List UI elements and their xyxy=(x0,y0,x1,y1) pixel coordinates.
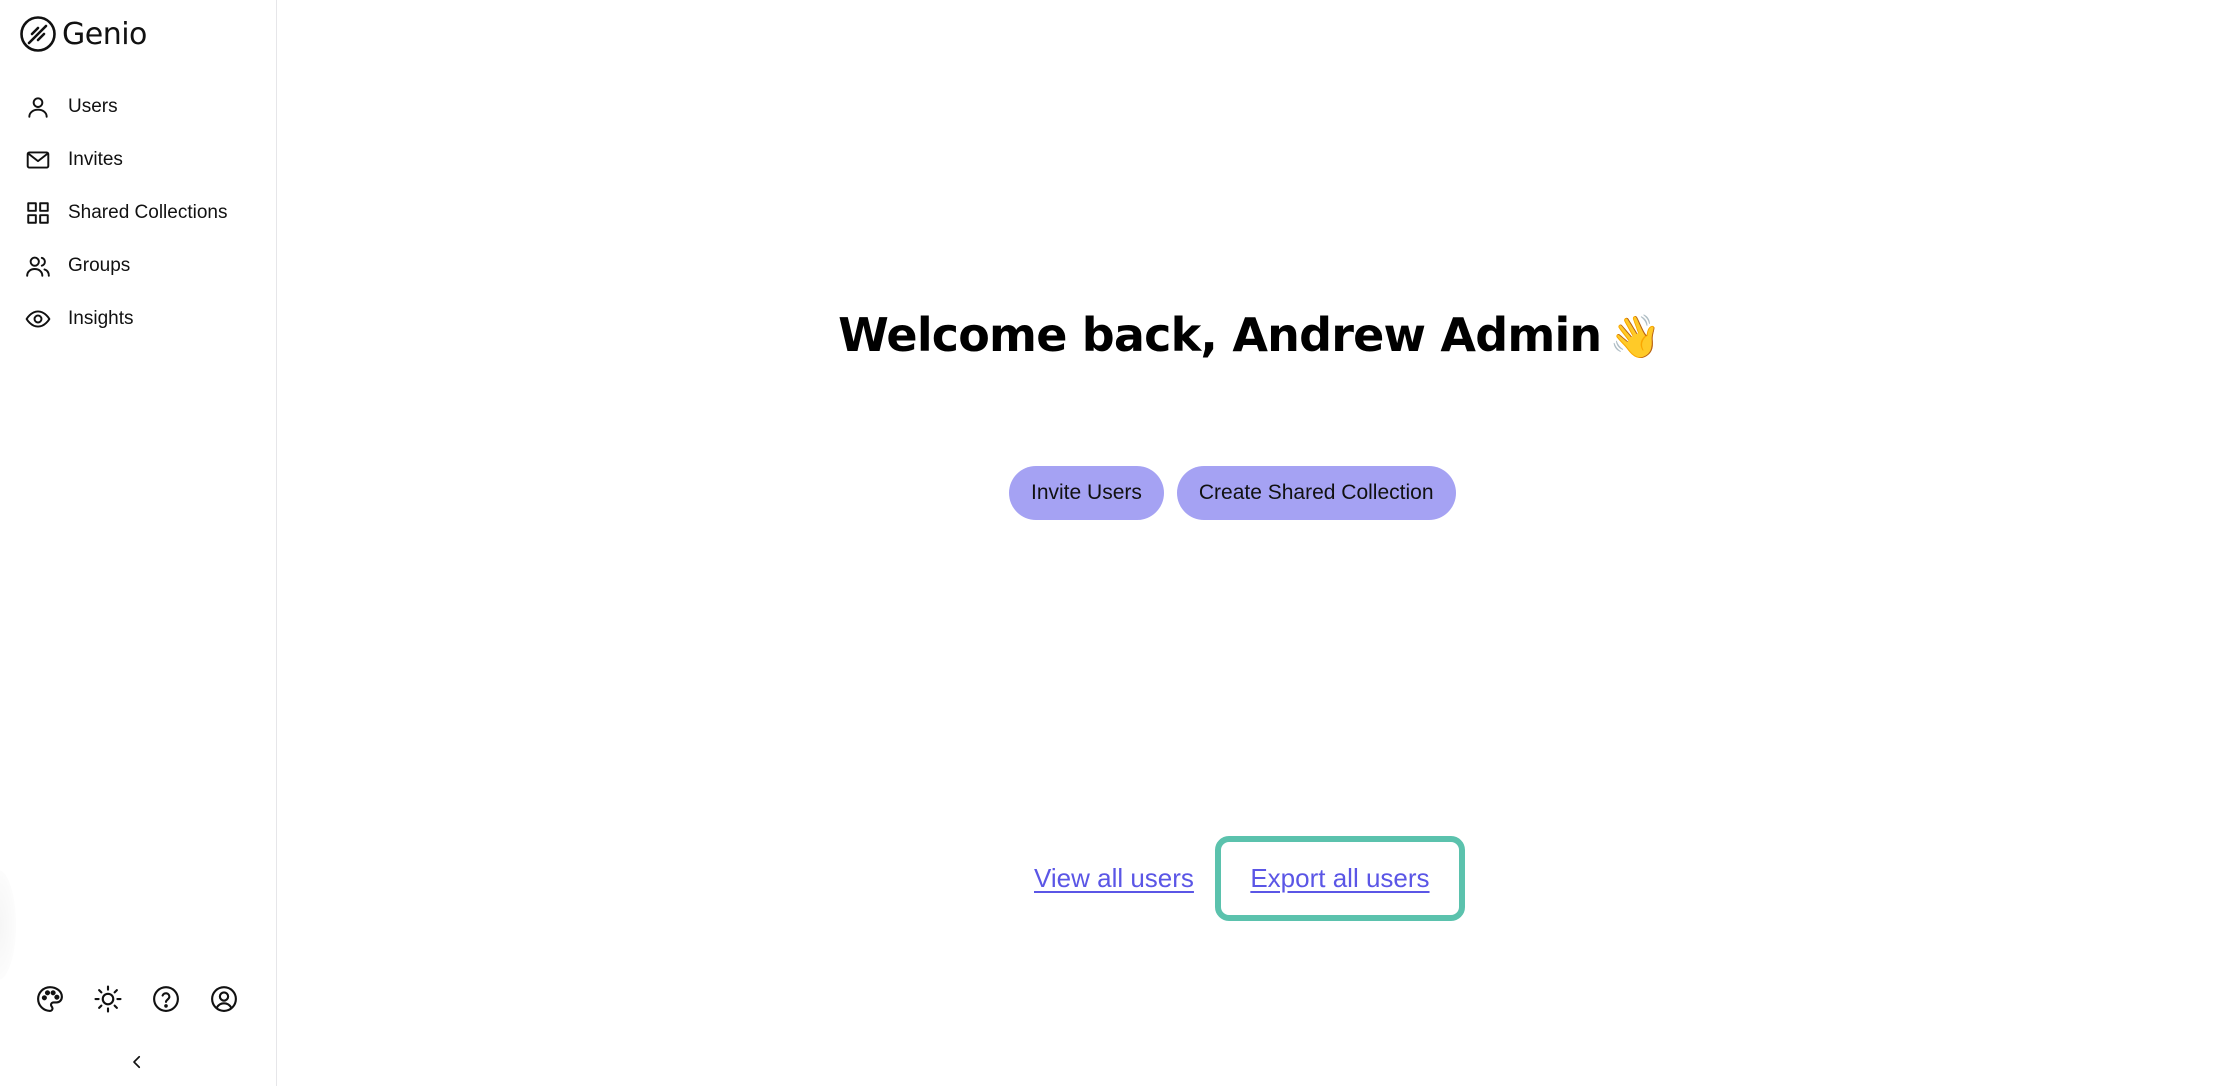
sidebar-item-label: Insights xyxy=(68,307,134,329)
action-buttons: Invite Users Create Shared Collection xyxy=(1009,466,1456,520)
grid-icon xyxy=(23,198,53,228)
edge-shadow xyxy=(0,870,16,980)
eye-icon xyxy=(23,304,53,334)
sidebar-item-shared-collections[interactable]: Shared Collections xyxy=(0,186,277,239)
genio-logo-icon xyxy=(20,16,56,52)
wave-emoji: 👋 xyxy=(1609,312,1661,361)
welcome-text: Welcome back, Andrew Admin xyxy=(838,308,1602,362)
sidebar-item-label: Shared Collections xyxy=(68,201,228,223)
sidebar-item-label: Invites xyxy=(68,148,123,170)
view-all-users-link[interactable]: View all users xyxy=(1034,863,1194,894)
user-icon xyxy=(23,92,53,122)
sidebar-item-groups[interactable]: Groups xyxy=(0,239,277,292)
chevron-left-icon xyxy=(133,1055,141,1069)
export-all-users-link[interactable]: Export all users xyxy=(1250,863,1429,894)
sidebar-item-invites[interactable]: Invites xyxy=(0,133,277,186)
welcome-heading: Welcome back, Andrew Admin 👋 xyxy=(277,308,2222,362)
user-circle-icon[interactable] xyxy=(208,983,239,1014)
invite-users-button[interactable]: Invite Users xyxy=(1009,466,1164,520)
users-icon xyxy=(23,251,53,281)
palette-icon[interactable] xyxy=(34,983,65,1014)
brand-logo[interactable]: Genio xyxy=(19,14,147,54)
brand-name: Genio xyxy=(62,16,147,52)
sidebar-item-label: Groups xyxy=(68,254,131,276)
sidebar-tools xyxy=(34,983,239,1014)
sidebar-item-users[interactable]: Users xyxy=(0,80,277,133)
sidebar-nav: Users Invites Shared Collections Groups … xyxy=(0,80,277,345)
main-content: Welcome back, Andrew Admin 👋 Invite Users… xyxy=(277,0,2222,1086)
sidebar-item-label: Users xyxy=(68,95,118,117)
mail-icon xyxy=(23,145,53,175)
help-circle-icon[interactable] xyxy=(150,983,181,1014)
create-shared-collection-button[interactable]: Create Shared Collection xyxy=(1176,466,1456,520)
sun-icon[interactable] xyxy=(92,983,123,1014)
export-link-focus-ring: Export all users xyxy=(1214,836,1465,921)
user-links: View all users Export all users xyxy=(1034,836,1465,921)
sidebar-item-insights[interactable]: Insights xyxy=(0,292,277,345)
sidebar: Genio Users Invites Shared Collections G… xyxy=(0,0,277,1086)
app-root: Genio Users Invites Shared Collections G… xyxy=(0,0,2222,1086)
collapse-sidebar-button[interactable] xyxy=(124,1049,150,1075)
